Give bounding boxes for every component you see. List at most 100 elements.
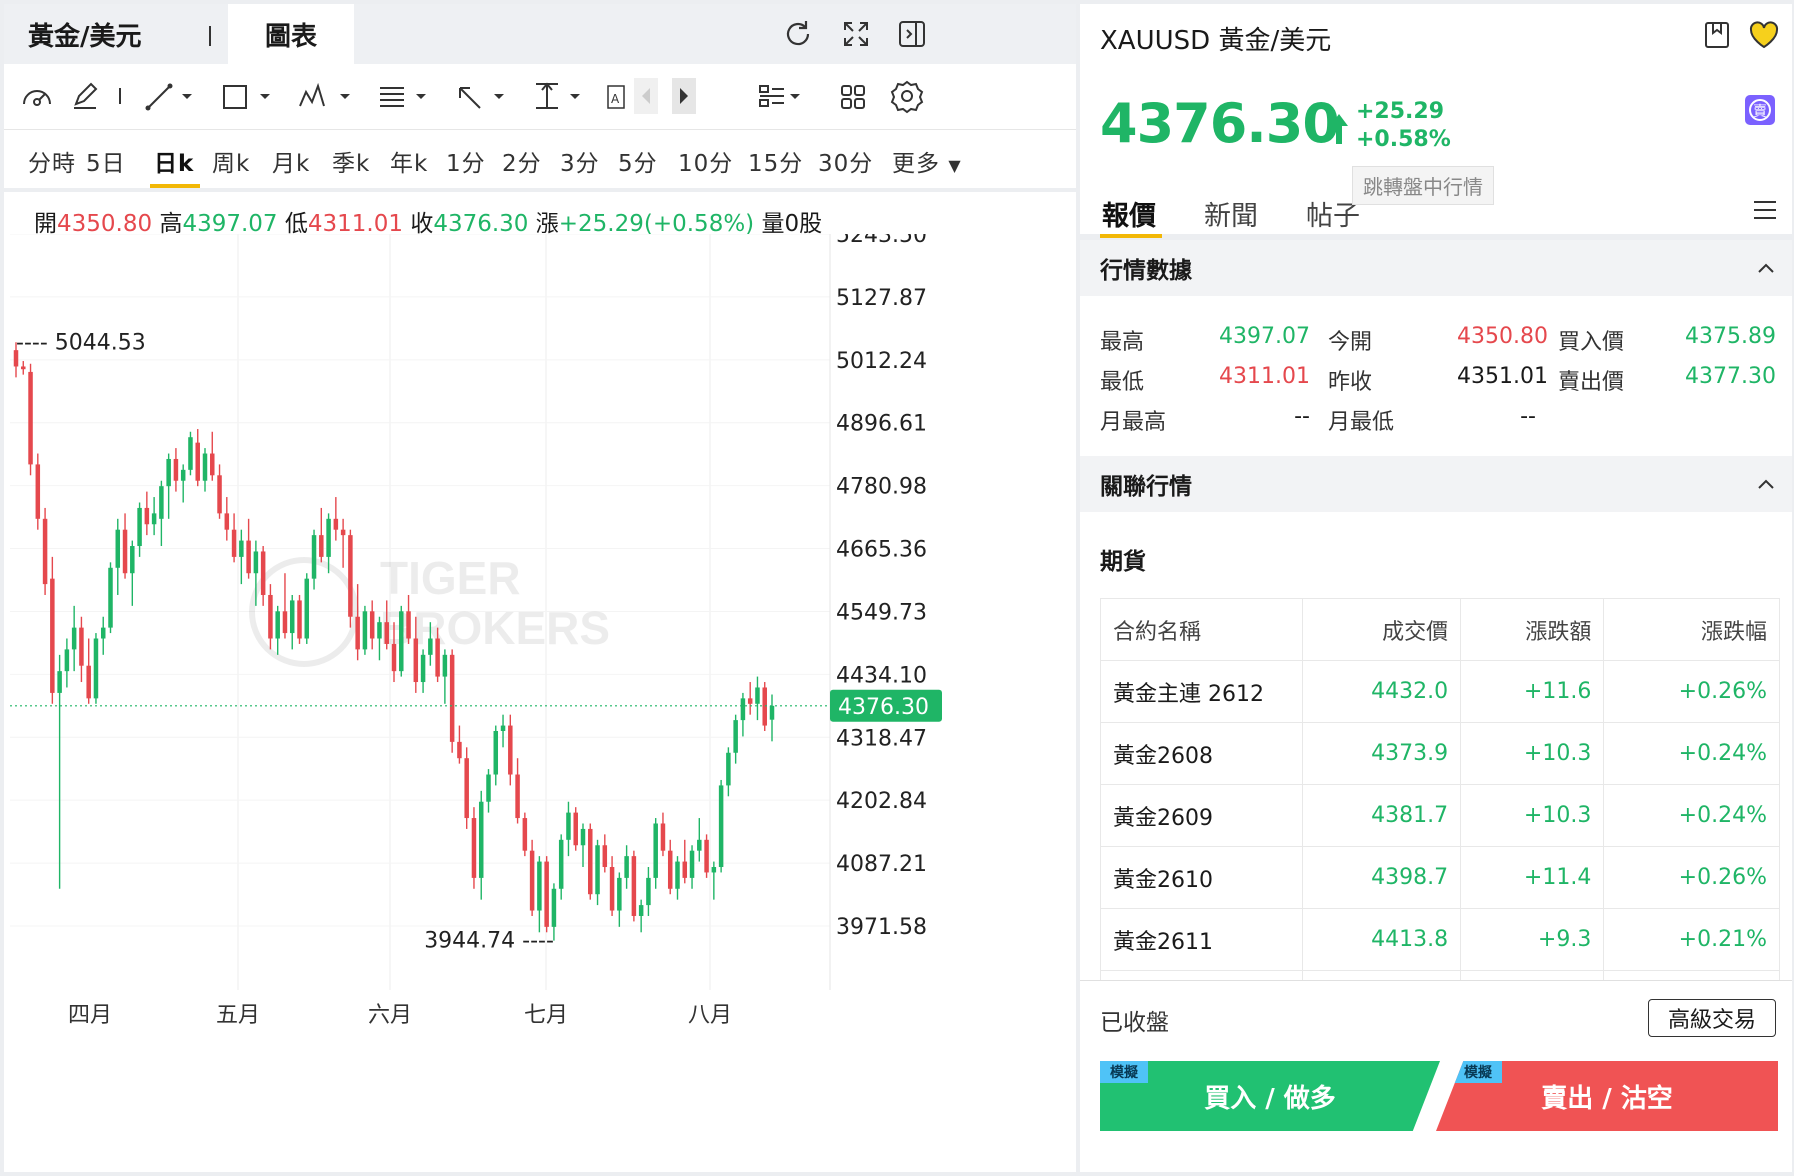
scroll-left-icon[interactable] xyxy=(634,78,658,114)
table-row[interactable]: 黃金2610 4398.7 +11.4 +0.26% xyxy=(1100,846,1780,909)
tab-news[interactable]: 新聞 xyxy=(1204,194,1258,233)
pen-draw-icon[interactable] xyxy=(70,78,100,114)
candle-body xyxy=(428,638,433,655)
futures-title: 期貨 xyxy=(1100,549,1146,575)
table-row[interactable]: 黃金2611 4413.8 +9.3 +0.21% xyxy=(1100,908,1780,971)
y-tick-label: 4318.47 xyxy=(836,726,927,751)
sell-badge-icon[interactable]: 賣 xyxy=(1744,94,1776,126)
market-data-section-header[interactable]: 行情數據 xyxy=(1080,240,1792,296)
related-markets: 期貨 合約名稱 成交價 漲跌額 漲跌幅 黃金主連 2612 4432.0 +11.6… xyxy=(1080,512,1792,982)
bookmark-icon[interactable] xyxy=(1702,20,1732,50)
period-monthly-k[interactable]: 月k xyxy=(272,144,310,178)
candle-body xyxy=(457,741,462,759)
pattern-tool-icon[interactable] xyxy=(296,78,356,114)
table-row[interactable]: 黃金主連 2612 4432.0 +11.6 +0.26% xyxy=(1100,660,1780,723)
candle-body xyxy=(79,627,84,666)
layout-grid-icon[interactable] xyxy=(838,78,868,114)
menu-icon[interactable] xyxy=(1752,198,1778,222)
contract-change-pct: +0.21% xyxy=(1603,908,1780,971)
tab-quote[interactable]: 報價 xyxy=(1102,194,1156,233)
drawing-toolbar: A xyxy=(4,64,1076,130)
period-3min[interactable]: 3分 xyxy=(560,144,600,178)
candle-body xyxy=(166,458,171,487)
refresh-icon[interactable] xyxy=(782,18,814,50)
period-10min[interactable]: 10分 xyxy=(678,144,733,178)
candle-body xyxy=(326,518,331,557)
related-section-header[interactable]: 關聯行情 xyxy=(1080,456,1792,512)
instrument-title: XAUUSD 黃金/美元 xyxy=(1100,26,1332,56)
period-more[interactable]: 更多 ▼ xyxy=(892,144,962,178)
period-daily-k[interactable]: 日k xyxy=(154,144,194,178)
y-tick-label: 4087.21 xyxy=(836,852,927,877)
candle-body xyxy=(137,507,142,547)
candle-body xyxy=(239,540,244,557)
candle-body xyxy=(602,845,608,868)
candle-body xyxy=(180,469,186,481)
candle-body xyxy=(195,442,200,481)
period-quarterly-k[interactable]: 季k xyxy=(332,144,370,178)
period-5d[interactable]: 5日 xyxy=(86,144,126,178)
ask-value: 4377.30 xyxy=(1685,364,1776,389)
candlestick-chart[interactable]: TIGERBROKERS5243.505127.875012.244896.61… xyxy=(4,234,1076,1172)
candle-body xyxy=(631,856,637,916)
x-tick-label: 五月 xyxy=(216,1003,260,1028)
tab-chart[interactable]: 圖表 xyxy=(228,4,354,64)
tab-symbol[interactable]: 黃金/美元 xyxy=(4,4,228,64)
open-value: 4350.80 xyxy=(1457,324,1548,349)
candle-body xyxy=(122,529,128,574)
period-1min[interactable]: 1分 xyxy=(446,144,486,178)
rectangle-tool-icon[interactable] xyxy=(220,78,274,114)
tab-divider xyxy=(209,26,211,46)
settings-gear-icon[interactable] xyxy=(890,78,924,114)
candle-body xyxy=(660,823,666,851)
arrow-tool-icon[interactable] xyxy=(454,78,510,114)
candle-body xyxy=(377,622,382,639)
active-tab-underline xyxy=(1100,234,1162,238)
candle-body xyxy=(319,535,324,557)
period-intraday[interactable]: 分時 xyxy=(28,144,76,178)
candle-body xyxy=(86,665,91,699)
candle-body xyxy=(595,845,600,895)
advanced-trade-button[interactable]: 高級交易 xyxy=(1648,999,1776,1037)
y-tick-label: 3971.58 xyxy=(836,915,927,940)
last-price: 4376.30 xyxy=(1100,92,1340,155)
text-tool-icon[interactable]: A xyxy=(606,78,626,114)
candle-body xyxy=(762,687,767,726)
table-row[interactable]: 黃金2609 4381.7 +10.3 +0.24% xyxy=(1100,784,1780,847)
period-5min[interactable]: 5分 xyxy=(618,144,658,178)
period-yearly-k[interactable]: 年k xyxy=(390,144,428,178)
candle-body xyxy=(340,529,346,536)
candle-body xyxy=(210,453,215,476)
collapse-panel-icon[interactable] xyxy=(896,18,928,50)
candle-body xyxy=(420,654,426,683)
candle-body xyxy=(638,905,644,916)
period-15min[interactable]: 15分 xyxy=(748,144,803,178)
candle-body xyxy=(217,475,222,514)
sell-short-button[interactable]: 模擬 賣出 / 沽空 xyxy=(1436,1061,1778,1131)
candle-body xyxy=(159,486,164,519)
candle-body xyxy=(755,687,760,704)
candle-body xyxy=(231,529,237,557)
period-selector: 分時 5日 日k 周k 月k 季k 年k 1分 2分 3分 5分 10分 15分… xyxy=(4,130,1076,192)
measure-tool-icon[interactable] xyxy=(530,78,586,114)
candle-body xyxy=(151,513,157,525)
favorite-heart-icon[interactable] xyxy=(1748,20,1780,50)
candle-body xyxy=(733,720,738,753)
trend-line-tool-icon[interactable] xyxy=(144,78,196,114)
chevron-up-icon xyxy=(1758,263,1774,273)
candle-body xyxy=(35,464,41,519)
buy-long-button[interactable]: 模擬 買入 / 做多 xyxy=(1100,1061,1440,1131)
candle-body xyxy=(464,758,469,819)
indicator-gauge-icon[interactable] xyxy=(20,78,54,114)
candle-body xyxy=(508,725,513,775)
candle-body xyxy=(573,812,578,846)
candle-body xyxy=(108,567,113,628)
layers-menu-icon[interactable] xyxy=(756,78,806,114)
scroll-right-icon[interactable] xyxy=(672,78,696,114)
table-row[interactable]: 黃金2608 4373.9 +10.3 +0.24% xyxy=(1100,722,1780,785)
period-2min[interactable]: 2分 xyxy=(502,144,542,178)
expand-icon[interactable] xyxy=(840,18,872,50)
period-30min[interactable]: 30分 xyxy=(818,144,873,178)
period-weekly-k[interactable]: 周k xyxy=(212,144,250,178)
fibonacci-tool-icon[interactable] xyxy=(376,78,432,114)
